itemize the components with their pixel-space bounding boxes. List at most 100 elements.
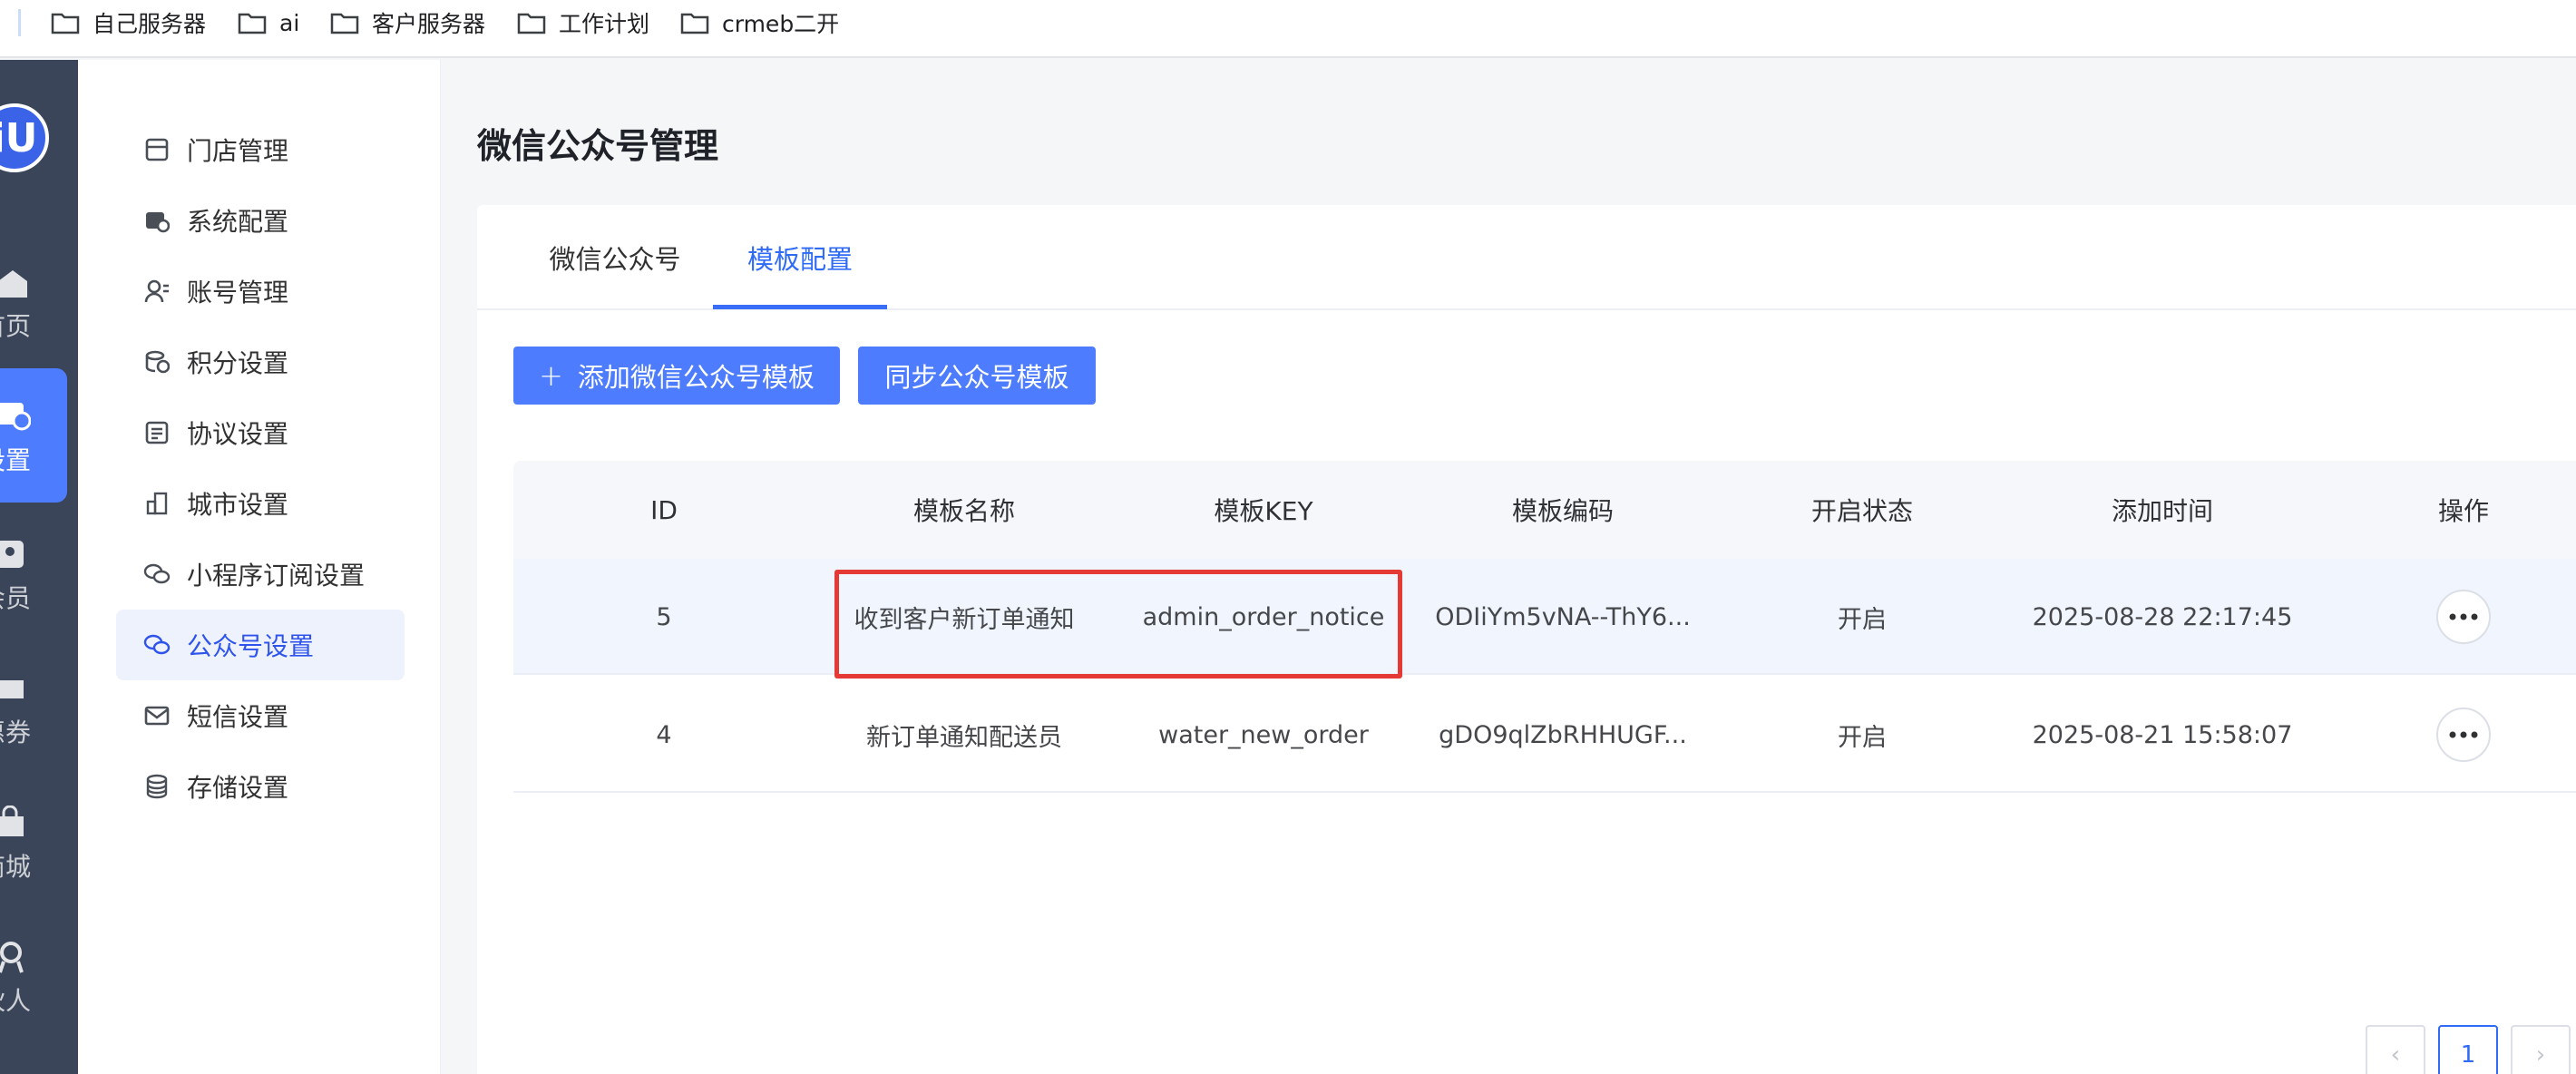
partner-icon — [0, 942, 24, 973]
submenu-item-label: 系统配置 — [187, 207, 289, 237]
page-title: 微信公众号管理 — [477, 126, 719, 166]
table-header: ID 模板名称 模板KEY 模板编码 开启状态 添加时间 操作 — [513, 461, 2576, 559]
rail-item-label: 合伙人 — [0, 986, 31, 1016]
more-actions-button[interactable] — [2436, 590, 2491, 644]
add-template-button[interactable]: + 添加微信公众号模板 — [513, 347, 840, 405]
rail-item-label: 积分商城 — [0, 852, 31, 882]
app-logo[interactable]: iU — [0, 103, 49, 172]
bookmark-folder[interactable]: 工作计划 — [517, 7, 649, 38]
rail-item-label: 首页 — [0, 311, 31, 341]
folder-icon — [680, 13, 709, 34]
cell-actions — [2313, 559, 2576, 675]
tab-bar: 微信公众号 模板配置 — [477, 205, 2576, 310]
cell-code: gDO9qlZbRHHUGF... — [1439, 720, 1687, 749]
bookmark-folder[interactable]: 客户服务器 — [330, 7, 485, 38]
settings-icon — [0, 403, 31, 431]
home-icon — [0, 270, 27, 298]
mail-icon — [143, 702, 171, 729]
bookmark-label: 自己服务器 — [93, 11, 207, 37]
submenu-item-storage[interactable]: 存储设置 — [116, 751, 405, 822]
column-header: 开启状态 — [1810, 496, 1913, 526]
system-config-icon — [143, 207, 171, 234]
submenu-item-label: 门店管理 — [187, 136, 289, 166]
submenu-item-official-account[interactable]: 公众号设置 — [116, 610, 405, 680]
store-icon — [143, 136, 171, 163]
bookmarks-bar: 自己服务器 ai 客户服务器 工作计划 crmeb二开 — [0, 0, 2576, 58]
cell-status: 开启 — [1838, 723, 1887, 752]
bookmark-folder[interactable]: ai — [238, 7, 299, 38]
member-icon — [0, 541, 24, 568]
rail-item-shop[interactable]: 积分商城 — [0, 782, 78, 909]
cell-key: admin_order_notice — [1142, 602, 1385, 631]
column-header: 操作 — [2437, 496, 2489, 526]
submenu-item-miniprogram-subscribe[interactable]: 小程序订阅设置 — [116, 539, 405, 610]
more-actions-button[interactable] — [2436, 708, 2491, 762]
folder-icon — [51, 13, 80, 34]
rail-item-partner[interactable]: 合伙人 — [0, 916, 78, 1043]
folder-icon — [517, 13, 546, 34]
rail-item-label: 会员 — [0, 583, 31, 613]
add-template-label: 添加微信公众号模板 — [577, 362, 815, 393]
pagination-prev-button[interactable]: ‹ — [2366, 1025, 2425, 1074]
submenu-item-label: 公众号设置 — [187, 631, 315, 661]
main-nav-rail: iU 首页 设置 会员 优惠券 积分商城 合伙人 — [0, 60, 78, 1074]
submenu-item-label: 积分设置 — [187, 348, 289, 378]
cell-name: 新订单通知配送员 — [866, 723, 1062, 752]
coupon-icon — [0, 680, 24, 698]
submenu-item-account[interactable]: 账号管理 — [116, 256, 405, 327]
rail-item-label: 优惠券 — [0, 718, 31, 747]
rail-item-settings[interactable]: 设置 — [0, 368, 67, 503]
content-card: 微信公众号 模板配置 + 添加微信公众号模板 同步公众号模板 ID 模板名称 模… — [477, 205, 2576, 1074]
submenu-item-label: 城市设置 — [187, 490, 289, 520]
cell-code: ODIiYm5vNA--ThY6... — [1435, 602, 1691, 631]
submenu-item-store[interactable]: 门店管理 — [116, 114, 405, 185]
table-row[interactable]: 4 新订单通知配送员 water_new_order gDO9qlZbRHHUG… — [513, 677, 2576, 793]
cell-id: 4 — [656, 720, 672, 749]
cell-time: 2025-08-28 22:17:45 — [2032, 602, 2293, 631]
wechat-icon — [143, 631, 171, 659]
cell-actions — [2313, 677, 2576, 793]
plus-icon: + — [539, 358, 563, 393]
bookmark-folder[interactable]: 自己服务器 — [51, 7, 206, 38]
cell-time: 2025-08-21 15:58:07 — [2032, 720, 2293, 749]
cell-id: 5 — [656, 602, 672, 631]
more-icon — [2449, 731, 2478, 738]
active-tab-indicator — [713, 305, 887, 309]
more-icon — [2449, 613, 2478, 620]
submenu-item-sms[interactable]: 短信设置 — [116, 680, 405, 751]
account-icon — [143, 278, 171, 305]
submenu-item-system-config[interactable]: 系统配置 — [116, 185, 405, 256]
column-header: 添加时间 — [2111, 496, 2213, 526]
folder-icon — [238, 13, 267, 34]
cell-key: water_new_order — [1158, 720, 1369, 749]
rail-item-label: 设置 — [0, 445, 31, 475]
sync-template-button[interactable]: 同步公众号模板 — [858, 347, 1096, 405]
submenu-item-label: 短信设置 — [187, 702, 289, 732]
folder-icon — [330, 13, 359, 34]
city-icon — [143, 490, 171, 517]
tab-template-config[interactable]: 模板配置 — [713, 205, 887, 310]
bookmark-label: crmeb二开 — [722, 11, 840, 37]
points-icon — [143, 348, 171, 376]
submenu-item-city[interactable]: 城市设置 — [116, 468, 405, 539]
database-icon — [143, 773, 171, 800]
column-header: 模板名称 — [912, 496, 1015, 526]
rail-item-coupon[interactable]: 优惠券 — [0, 648, 78, 775]
pagination-next-button[interactable]: › — [2511, 1025, 2571, 1074]
submenu-item-agreement[interactable]: 协议设置 — [116, 397, 405, 468]
table-row[interactable]: 5 收到客户新订单通知 admin_order_notice ODIiYm5vN… — [513, 559, 2576, 675]
submenu-item-label: 账号管理 — [187, 278, 289, 308]
settings-submenu: 门店管理 系统配置 账号管理 积分设置 协议设置 城市设置 小程序订阅设置 公众… — [78, 60, 441, 1074]
rail-item-home[interactable]: 首页 — [0, 241, 78, 368]
submenu-item-label: 协议设置 — [187, 419, 289, 449]
tab-wechat-account[interactable]: 微信公众号 — [477, 205, 753, 310]
cell-name: 收到客户新订单通知 — [854, 605, 1075, 634]
rail-item-member[interactable]: 会员 — [0, 513, 78, 640]
submenu-item-label: 小程序订阅设置 — [187, 561, 366, 591]
column-header: 模板KEY — [1214, 496, 1313, 526]
bookmark-folder[interactable]: crmeb二开 — [680, 7, 839, 38]
bookmark-label: 工作计划 — [559, 11, 650, 37]
agreement-icon — [143, 419, 171, 446]
submenu-item-points[interactable]: 积分设置 — [116, 327, 405, 397]
pagination-page-button[interactable]: 1 — [2438, 1025, 2498, 1074]
